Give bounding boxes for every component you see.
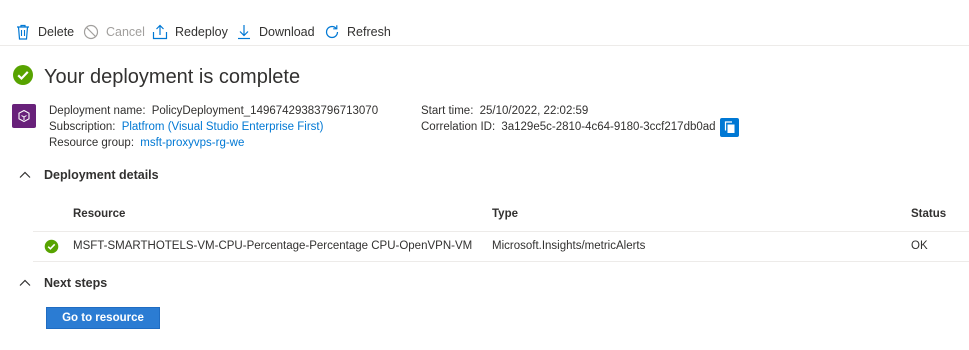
go-to-resource-button[interactable]: Go to resource bbox=[46, 307, 160, 329]
deployment-name-value: PolicyDeployment_14967429383796713070 bbox=[151, 105, 379, 117]
deployment-details-toggle[interactable]: Deployment details bbox=[18, 168, 159, 182]
resource-group-row: Resource group: msft-proxyvps-rg-we bbox=[49, 135, 378, 151]
cancel-label: Cancel bbox=[106, 25, 145, 39]
copy-icon bbox=[724, 121, 736, 134]
column-header-resource: Resource bbox=[73, 208, 126, 220]
cancel-button[interactable]: Cancel bbox=[82, 22, 145, 42]
deployment-name-row: Deployment name: PolicyDeployment_149674… bbox=[49, 103, 378, 119]
refresh-label: Refresh bbox=[347, 25, 391, 39]
delete-label: Delete bbox=[38, 25, 75, 39]
start-time-row: Start time: 25/10/2022, 22:02:59 bbox=[421, 103, 716, 119]
resource-status: OK bbox=[911, 240, 928, 252]
start-time-value: 25/10/2022, 22:02:59 bbox=[479, 105, 589, 117]
page-title-row: Your deployment is complete bbox=[12, 64, 300, 91]
chevron-up-icon bbox=[18, 168, 32, 182]
refresh-icon bbox=[323, 23, 341, 41]
column-header-type: Type bbox=[492, 208, 518, 220]
resource-group-label: Resource group: bbox=[49, 137, 135, 149]
deployment-details-label: Deployment details bbox=[44, 168, 159, 182]
download-button[interactable]: Download bbox=[235, 22, 315, 42]
subscription-row: Subscription: Platfrom (Visual Studio En… bbox=[49, 119, 378, 135]
upload-icon bbox=[151, 23, 169, 41]
deployment-info-right: Start time: 25/10/2022, 22:02:59 Correla… bbox=[421, 103, 716, 135]
success-check-icon bbox=[12, 64, 34, 91]
table-row-divider bbox=[33, 261, 969, 262]
table-header-divider bbox=[33, 231, 969, 232]
delete-button[interactable]: Delete bbox=[14, 22, 74, 42]
next-steps-label: Next steps bbox=[44, 276, 108, 290]
cancel-icon bbox=[82, 23, 100, 41]
subscription-label: Subscription: bbox=[49, 121, 116, 133]
correlation-id-row: Correlation ID: 3a129e5c-2810-4c64-9180-… bbox=[421, 119, 716, 135]
resource-group-link[interactable]: msft-proxyvps-rg-we bbox=[140, 137, 244, 149]
resource-type: Microsoft.Insights/metricAlerts bbox=[492, 240, 646, 252]
chevron-up-icon bbox=[18, 276, 32, 290]
next-steps-toggle[interactable]: Next steps bbox=[18, 276, 107, 290]
toolbar-divider bbox=[0, 45, 969, 46]
deployment-resource-icon bbox=[12, 104, 36, 128]
deployment-info-left: Deployment name: PolicyDeployment_149674… bbox=[49, 103, 378, 151]
check-circle-icon bbox=[44, 239, 59, 259]
deployment-name-label: Deployment name: bbox=[49, 105, 146, 117]
subscription-link[interactable]: Platfrom (Visual Studio Enterprise First… bbox=[122, 121, 324, 133]
start-time-label: Start time: bbox=[421, 105, 474, 117]
download-icon bbox=[235, 23, 253, 41]
correlation-id-value: 3a129e5c-2810-4c64-9180-3ccf217db0ad bbox=[501, 121, 716, 133]
copy-correlation-id-button[interactable] bbox=[720, 118, 739, 137]
download-label: Download bbox=[259, 25, 315, 39]
correlation-id-label: Correlation ID: bbox=[421, 121, 496, 133]
resource-link[interactable]: MSFT-SMARTHOTELS-VM-CPU-Percentage-Perce… bbox=[73, 240, 472, 252]
column-header-status: Status bbox=[911, 208, 947, 220]
refresh-button[interactable]: Refresh bbox=[323, 22, 391, 42]
trash-icon bbox=[14, 23, 32, 41]
page-title: Your deployment is complete bbox=[44, 66, 301, 88]
redeploy-button[interactable]: Redeploy bbox=[151, 22, 228, 42]
redeploy-label: Redeploy bbox=[175, 25, 228, 39]
